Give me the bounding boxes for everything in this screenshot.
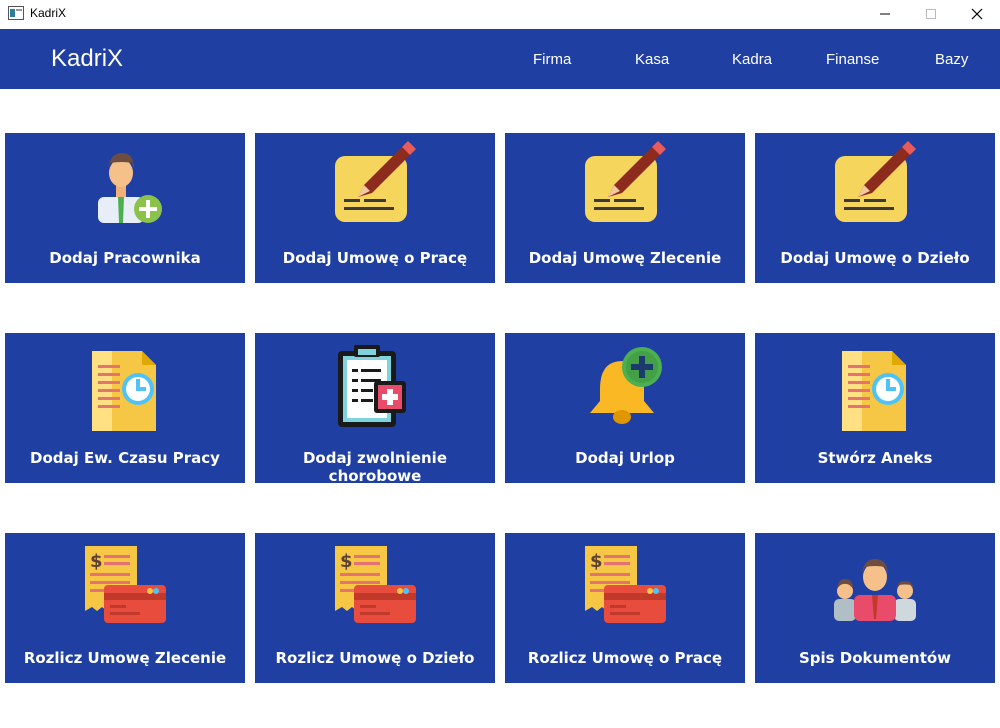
tile-add-time-record[interactable]: Dodaj Ew. Czasu Pracy [5, 333, 245, 483]
svg-text:$: $ [590, 551, 603, 572]
window-titlebar: KadriX [0, 0, 1000, 28]
tile-label: Stwórz Aneks [817, 449, 933, 467]
nav-item-bazy[interactable]: Bazy [935, 51, 968, 68]
tile-label: Dodaj Umowę o Pracę [282, 249, 468, 267]
nav-item-kasa[interactable]: Kasa [635, 51, 669, 68]
tile-add-employee[interactable]: Dodaj Pracownika [5, 133, 245, 283]
tile-settle-employment-contract[interactable]: $ Rozlicz Umowę o Pracę [505, 533, 745, 683]
tile-settle-commission-contract[interactable]: $ Rozlicz Umowę Zlecenie [5, 533, 245, 683]
tile-document-list[interactable]: Spis Dokumentów [755, 533, 995, 683]
tile-label: Dodaj Pracownika [49, 249, 201, 267]
brand-logo-text: KadriX [51, 45, 124, 72]
nav-item-kadra[interactable]: Kadra [732, 51, 772, 68]
nav-item-finanse[interactable]: Finanse [826, 51, 879, 68]
minimize-icon [880, 13, 890, 15]
bell-add-icon [590, 347, 662, 424]
notepad-pencil-icon [835, 141, 916, 222]
tile-label: Dodaj Ew. Czasu Pracy [30, 449, 220, 467]
maximize-button[interactable] [908, 0, 954, 28]
tile-add-work-contract[interactable]: Dodaj Umowę o Dzieło [755, 133, 995, 283]
tile-add-commission-contract[interactable]: Dodaj Umowę Zlecenie [505, 133, 745, 283]
tile-add-employment-contract[interactable]: Dodaj Umowę o Pracę [255, 133, 495, 283]
tile-label: Spis Dokumentów [798, 649, 952, 667]
tile-add-leave[interactable]: Dodaj Urlop [505, 333, 745, 483]
document-clock-icon [92, 351, 156, 431]
tile-add-sick-leave[interactable]: Dodaj zwolnienie chorobowe [255, 333, 495, 485]
add-employee-icon [98, 153, 162, 223]
nav-item-firma[interactable]: Firma [533, 51, 571, 68]
medical-clipboard-icon [338, 345, 406, 427]
tile-label: Dodaj Urlop [575, 449, 675, 467]
app-icon [8, 6, 24, 20]
receipt-card-icon: $ [85, 546, 166, 623]
notepad-pencil-icon [335, 141, 416, 222]
people-group-icon [834, 559, 916, 621]
receipt-card-icon: $ [335, 546, 416, 623]
close-button[interactable] [954, 0, 1000, 28]
tile-label: Rozlicz Umowę o Dzieło [275, 649, 475, 667]
tile-create-annex[interactable]: Stwórz Aneks [755, 333, 995, 483]
tile-label: Dodaj Umowę Zlecenie [528, 249, 722, 267]
svg-text:$: $ [90, 551, 103, 572]
document-clock-icon [842, 351, 906, 431]
tile-label: Rozlicz Umowę Zlecenie [23, 649, 227, 667]
receipt-card-icon: $ [585, 546, 666, 623]
tile-settle-work-contract[interactable]: $ Rozlicz Umowę o Dzieło [255, 533, 495, 683]
tile-label: Dodaj Umowę o Dzieło [780, 249, 970, 267]
tile-label: Rozlicz Umowę o Pracę [527, 649, 723, 667]
main-navbar: KadriX Firma Kasa Kadra Finanse Bazy [0, 29, 1000, 89]
close-icon [971, 8, 983, 20]
maximize-icon [926, 9, 936, 19]
notepad-pencil-icon [585, 141, 666, 222]
tile-label: Dodaj zwolnienie chorobowe [302, 449, 447, 485]
svg-text:$: $ [340, 551, 353, 572]
window-title: KadriX [30, 6, 67, 20]
minimize-button[interactable] [862, 0, 908, 28]
